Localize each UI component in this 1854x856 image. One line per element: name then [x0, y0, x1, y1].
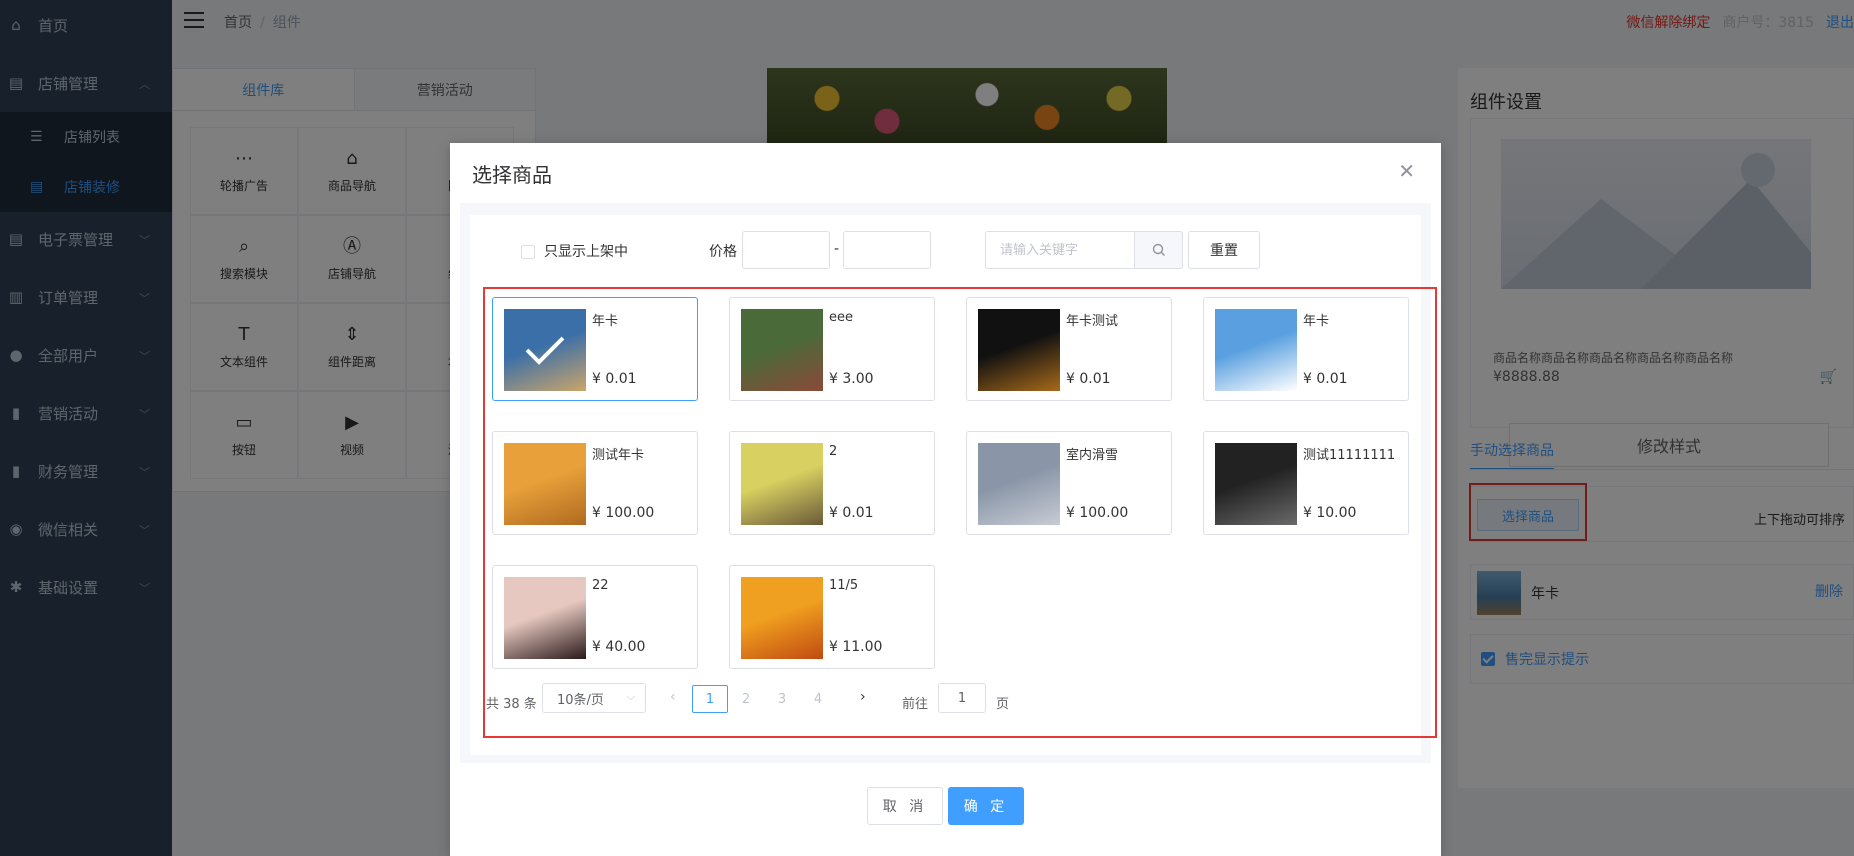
- product-card[interactable]: 2 ¥ 0.01: [729, 431, 935, 535]
- product-image: [741, 443, 823, 525]
- cancel-button[interactable]: 取 消: [867, 787, 943, 825]
- chevron-down-icon: ⌵: [626, 690, 635, 703]
- total-count: 共 38 条: [486, 697, 537, 712]
- product-price: ¥ 100.00: [1066, 505, 1129, 521]
- product-price: ¥ 11.00: [829, 639, 883, 655]
- product-name: 2: [829, 444, 838, 459]
- product-image: [1215, 309, 1297, 391]
- product-price: ¥ 10.00: [1303, 505, 1357, 521]
- only-on-shelf-checkbox[interactable]: [521, 245, 535, 259]
- page-size-value: 10条/页: [557, 692, 604, 708]
- product-image: [978, 309, 1060, 391]
- product-image: [1215, 443, 1297, 525]
- goto-label: 前往: [902, 697, 929, 712]
- product-price: ¥ 0.01: [1066, 371, 1111, 387]
- product-image: [504, 443, 586, 525]
- product-card[interactable]: 年卡 ¥ 0.01: [492, 297, 698, 401]
- product-name: 年卡测试: [1066, 314, 1119, 329]
- price-label: 价格: [709, 244, 737, 260]
- page-size-select[interactable]: 10条/页 ⌵: [542, 683, 646, 713]
- reset-button[interactable]: 重置: [1188, 231, 1260, 269]
- product-price: ¥ 0.01: [592, 371, 637, 387]
- product-name: 测试11111111: [1303, 448, 1396, 463]
- prev-page-icon[interactable]: ‹: [670, 689, 676, 705]
- product-price: ¥ 0.01: [1303, 371, 1348, 387]
- page-4[interactable]: 4: [800, 685, 836, 713]
- price-range-dash: -: [834, 241, 840, 257]
- only-on-shelf-label[interactable]: 只显示上架中: [544, 241, 628, 261]
- price-min-input[interactable]: [742, 231, 830, 269]
- product-name: 年卡: [592, 314, 619, 329]
- product-card[interactable]: 22 ¥ 40.00: [492, 565, 698, 669]
- close-icon[interactable]: ✕: [1398, 159, 1415, 183]
- product-price: ¥ 0.01: [829, 505, 874, 521]
- product-card[interactable]: 年卡测试 ¥ 0.01: [966, 297, 1172, 401]
- search-icon: [1152, 243, 1165, 256]
- confirm-button[interactable]: 确 定: [948, 787, 1024, 825]
- product-name: 11/5: [829, 578, 859, 593]
- check-icon: [504, 309, 586, 391]
- page-1[interactable]: 1: [692, 685, 728, 713]
- keyword-search-input[interactable]: [985, 231, 1135, 269]
- pagination: 共 38 条 10条/页 ⌵ ‹ 1234 › 前往 页: [470, 683, 1421, 723]
- product-image: [741, 577, 823, 659]
- product-image: [504, 577, 586, 659]
- product-name: 室内滑雪: [1066, 448, 1119, 463]
- next-page-icon[interactable]: ›: [860, 689, 866, 705]
- product-name: 测试年卡: [592, 448, 645, 463]
- search-button[interactable]: [1134, 231, 1183, 269]
- product-card[interactable]: 11/5 ¥ 11.00: [729, 565, 935, 669]
- goto-suffix: 页: [996, 697, 1010, 712]
- product-name: 年卡: [1303, 314, 1330, 329]
- select-product-dialog: 选择商品 ✕ 只显示上架中 价格 - 重置 年卡 ¥ 0.01 eee ¥ 3.00 年…: [450, 143, 1441, 856]
- product-card[interactable]: 测试11111111 ¥ 10.00: [1203, 431, 1409, 535]
- dialog-content: 只显示上架中 价格 - 重置 年卡 ¥ 0.01 eee ¥ 3.00 年卡测试 ¥ 0.…: [470, 215, 1437, 755]
- product-name: 22: [592, 578, 609, 593]
- page-3[interactable]: 3: [764, 685, 800, 713]
- dialog-title: 选择商品: [472, 163, 552, 187]
- product-image: [978, 443, 1060, 525]
- product-name: eee: [829, 310, 853, 325]
- product-price: ¥ 3.00: [829, 371, 874, 387]
- price-max-input[interactable]: [843, 231, 931, 269]
- product-image: [741, 309, 823, 391]
- product-card[interactable]: 室内滑雪 ¥ 100.00: [966, 431, 1172, 535]
- product-price: ¥ 40.00: [592, 639, 646, 655]
- product-card[interactable]: 年卡 ¥ 0.01: [1203, 297, 1409, 401]
- product-price: ¥ 100.00: [592, 505, 655, 521]
- goto-page-input[interactable]: [938, 683, 986, 713]
- filter-bar: 只显示上架中 价格 - 重置: [470, 215, 1421, 279]
- dialog-footer: 取 消 确 定: [450, 787, 1441, 837]
- page-2[interactable]: 2: [728, 685, 764, 713]
- product-card[interactable]: eee ¥ 3.00: [729, 297, 935, 401]
- product-card[interactable]: 测试年卡 ¥ 100.00: [492, 431, 698, 535]
- product-image: [504, 309, 586, 391]
